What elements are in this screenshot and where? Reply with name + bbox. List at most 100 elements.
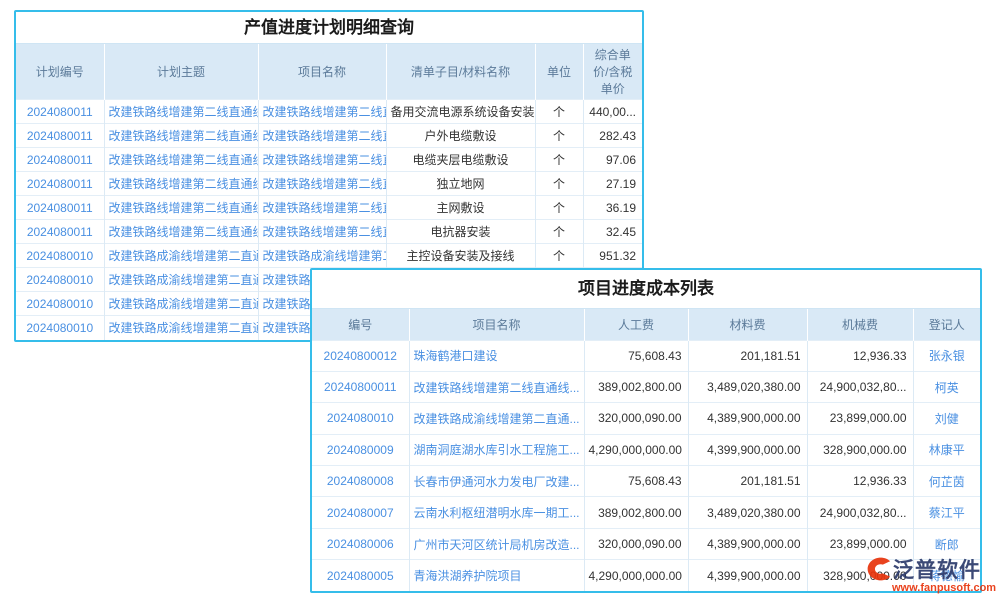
cell-link[interactable]: 2024080011 <box>16 148 104 172</box>
cell-link[interactable]: 改建铁路线增建第二线直通线 <box>104 148 258 172</box>
cell-link[interactable]: 2024080007 <box>312 497 409 528</box>
cell-value: 3,489,020,380.00 <box>688 497 807 528</box>
cell-link[interactable]: 云南水利枢纽潜明水库一期工... <box>409 497 584 528</box>
cell-link[interactable]: 改建铁路线增建第二线直通线 <box>104 172 258 196</box>
column-header-4: 机械费 <box>807 309 913 340</box>
table-row: 2024080010改建铁路成渝线增建第二直通...320,000,090.00… <box>312 403 980 434</box>
cell-value: 个 <box>535 196 583 220</box>
cell-value: 951.32 <box>583 244 642 268</box>
cell-link[interactable]: 改建铁路线增建第二线直通线 <box>258 148 386 172</box>
cell-link[interactable]: 20240800012 <box>312 340 409 371</box>
cell-value: 201,181.51 <box>688 340 807 371</box>
cell-link[interactable]: 柯英 <box>913 371 980 402</box>
cell-link[interactable]: 改建铁路成渝线增建第二直通线 <box>258 244 386 268</box>
cell-value: 23,899,000.00 <box>807 403 913 434</box>
column-header-1: 计划主题 <box>104 44 258 100</box>
table-row: 20240800012珠海鹤港口建设75,608.43201,181.5112,… <box>312 340 980 371</box>
cost-table: 编号项目名称人工费材料费机械费登记人 20240800012珠海鹤港口建设75,… <box>312 309 980 591</box>
cell-value: 201,181.51 <box>688 466 807 497</box>
cell-link[interactable]: 2024080008 <box>312 466 409 497</box>
cell-link[interactable]: 改建铁路成渝线增建第二直通线 <box>104 244 258 268</box>
cell-value: 4,389,900,000.00 <box>688 528 807 559</box>
cell-value: 个 <box>535 244 583 268</box>
cell-link[interactable]: 改建铁路线增建第二线直通线 <box>258 124 386 148</box>
cell-value: 电缆夹层电缆敷设 <box>386 148 535 172</box>
cell-value: 328,900,000.00 <box>807 434 913 465</box>
table-row: 20240800011改建铁路线增建第二线直通线...389,002,800.0… <box>312 371 980 402</box>
cell-link[interactable]: 2024080011 <box>16 220 104 244</box>
table-row: 2024080009湖南洞庭湖水库引水工程施工...4,290,000,000.… <box>312 434 980 465</box>
cell-link[interactable]: 长春市伊通河水力发电厂改建... <box>409 466 584 497</box>
fanpu-logo: 泛普软件 www.fanpusoft.com <box>866 554 994 594</box>
cell-link[interactable]: 2024080005 <box>312 560 409 591</box>
cell-link[interactable]: 改建铁路成渝线增建第二直通线 <box>104 316 258 340</box>
cell-link[interactable]: 20240800011 <box>312 371 409 402</box>
cell-link[interactable]: 改建铁路线增建第二线直通线 <box>104 220 258 244</box>
cell-value: 户外电缆敷设 <box>386 124 535 148</box>
cell-link[interactable]: 蔡江平 <box>913 497 980 528</box>
cell-value: 备用交流电源系统设备安装 <box>386 100 535 124</box>
cell-link[interactable]: 湖南洞庭湖水库引水工程施工... <box>409 434 584 465</box>
fanpu-url-text: www.fanpusoft.com <box>866 582 994 594</box>
column-header-2: 项目名称 <box>258 44 386 100</box>
cell-link[interactable]: 何芷茵 <box>913 466 980 497</box>
cell-value: 282.43 <box>583 124 642 148</box>
cell-link[interactable]: 广州市天河区统计局机房改造... <box>409 528 584 559</box>
cell-link[interactable]: 改建铁路线增建第二线直通线 <box>104 124 258 148</box>
cell-value: 个 <box>535 148 583 172</box>
cell-value: 4,290,000,000.00 <box>584 560 688 591</box>
cell-link[interactable]: 2024080011 <box>16 124 104 148</box>
cell-link[interactable]: 2024080010 <box>16 244 104 268</box>
cell-link[interactable]: 改建铁路成渝线增建第二直通线 <box>104 292 258 316</box>
cell-value: 75,608.43 <box>584 466 688 497</box>
cell-value: 97.06 <box>583 148 642 172</box>
cell-link[interactable]: 青海洪湖养护院项目 <box>409 560 584 591</box>
cell-value: 独立地网 <box>386 172 535 196</box>
column-header-3: 清单子目/材料名称 <box>386 44 535 100</box>
cell-link[interactable]: 2024080010 <box>16 268 104 292</box>
cell-link[interactable]: 改建铁路成渝线增建第二直通... <box>409 403 584 434</box>
column-header-4: 单位 <box>535 44 583 100</box>
table-row: 2024080011改建铁路线增建第二线直通线改建铁路线增建第二线直通线电缆夹层… <box>16 148 642 172</box>
cell-value: 24,900,032,80... <box>807 497 913 528</box>
plan-header-row: 计划编号计划主题项目名称清单子目/材料名称单位综合单价/含税单价 <box>16 44 642 100</box>
cell-value: 75,608.43 <box>584 340 688 371</box>
cell-link[interactable]: 2024080010 <box>312 403 409 434</box>
table-row: 2024080011改建铁路线增建第二线直通线改建铁路线增建第二线直通线独立地网… <box>16 172 642 196</box>
cell-value: 4,389,900,000.00 <box>688 403 807 434</box>
cell-link[interactable]: 2024080010 <box>16 316 104 340</box>
column-header-5: 登记人 <box>913 309 980 340</box>
cell-link[interactable]: 林康平 <box>913 434 980 465</box>
column-header-0: 计划编号 <box>16 44 104 100</box>
cell-value: 主网敷设 <box>386 196 535 220</box>
cell-link[interactable]: 珠海鹤港口建设 <box>409 340 584 371</box>
cell-link[interactable]: 张永银 <box>913 340 980 371</box>
cell-link[interactable]: 改建铁路线增建第二线直通线 <box>104 196 258 220</box>
cell-link[interactable]: 改建铁路线增建第二线直通线... <box>409 371 584 402</box>
cost-table-title: 项目进度成本列表 <box>312 270 980 309</box>
cell-link[interactable]: 改建铁路线增建第二线直通线 <box>258 220 386 244</box>
cell-link[interactable]: 改建铁路成渝线增建第二直通线 <box>104 268 258 292</box>
column-header-1: 项目名称 <box>409 309 584 340</box>
cell-link[interactable]: 改建铁路线增建第二线直通线 <box>258 196 386 220</box>
cell-link[interactable]: 改建铁路线增建第二线直通线 <box>104 100 258 124</box>
cell-link[interactable]: 2024080010 <box>16 292 104 316</box>
cell-value: 主控设备安装及接线 <box>386 244 535 268</box>
cell-value: 个 <box>535 100 583 124</box>
cell-link[interactable]: 2024080011 <box>16 196 104 220</box>
fanpu-brand-text: 泛普软件 <box>893 554 981 584</box>
table-row: 2024080010改建铁路成渝线增建第二直通线改建铁路成渝线增建第二直通线主控… <box>16 244 642 268</box>
cell-link[interactable]: 改建铁路线增建第二线直通线 <box>258 172 386 196</box>
cell-value: 电抗器安装 <box>386 220 535 244</box>
cell-link[interactable]: 2024080009 <box>312 434 409 465</box>
cell-value: 4,399,900,000.00 <box>688 560 807 591</box>
column-header-0: 编号 <box>312 309 409 340</box>
cell-link[interactable]: 刘健 <box>913 403 980 434</box>
cell-link[interactable]: 2024080006 <box>312 528 409 559</box>
cell-link[interactable]: 改建铁路线增建第二线直通线 <box>258 100 386 124</box>
cell-value: 440,00... <box>583 100 642 124</box>
cell-link[interactable]: 2024080011 <box>16 172 104 196</box>
cell-value: 3,489,020,380.00 <box>688 371 807 402</box>
table-row: 2024080011改建铁路线增建第二线直通线改建铁路线增建第二线直通线户外电缆… <box>16 124 642 148</box>
cell-link[interactable]: 2024080011 <box>16 100 104 124</box>
